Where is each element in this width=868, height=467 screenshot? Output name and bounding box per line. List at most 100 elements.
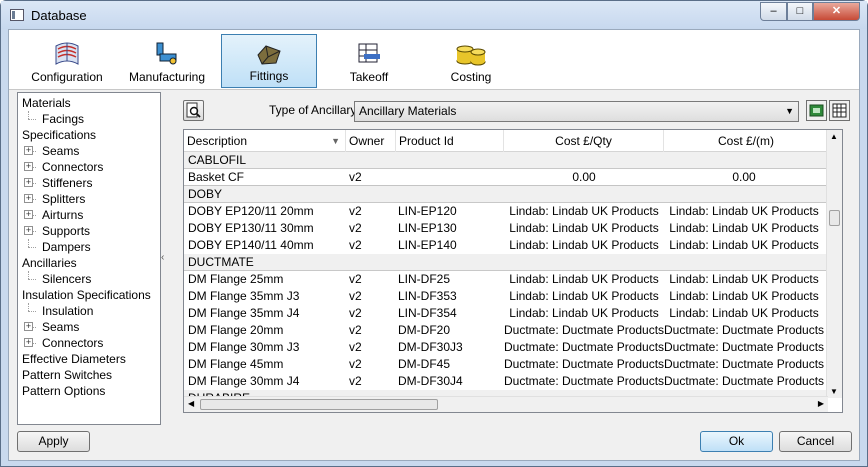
tree-item[interactable]: + Airturns — [24, 207, 83, 223]
toolbar-configuration-button[interactable]: Configuration — [21, 34, 113, 88]
tree-item[interactable]: Insulation Specifications — [22, 287, 151, 303]
table-cell: LIN-EP120 — [398, 204, 457, 218]
table-row[interactable]: DM Flange 30mm J3 v2 DM-DF30J3 Ductmate: Du… — [184, 339, 828, 356]
table-cell: v2 — [349, 221, 362, 235]
ancillaries-grid: Description ▼ Owner Product Id Cost £/Qt… — [183, 129, 843, 413]
minimize-button[interactable]: – — [760, 2, 787, 21]
tree-item-label: Materials — [22, 96, 71, 110]
scroll-left-arrow-icon[interactable]: ◀ — [188, 399, 194, 408]
collapse-panel-arrow-icon[interactable]: ‹ — [161, 252, 164, 263]
maximize-button[interactable]: □ — [787, 2, 813, 21]
tree-item[interactable]: + Seams — [24, 319, 79, 335]
table-row[interactable]: DM Flange 25mm v2 LIN-DF25 Lindab: Lindab U… — [184, 271, 828, 288]
table-row[interactable]: DOBY EP130/11 30mm v2 LIN-EP130 Lindab: Lin… — [184, 220, 828, 237]
column-header-cost-m[interactable]: Cost £/(m) — [664, 130, 828, 152]
column-header-product-id[interactable]: Product Id — [396, 130, 504, 152]
scroll-down-arrow-icon[interactable]: ▼ — [830, 387, 838, 396]
group-label: DOBY — [188, 187, 223, 201]
vertical-scroll-thumb[interactable] — [829, 210, 840, 226]
group-row[interactable]: DOBY — [184, 186, 828, 203]
expand-icon[interactable]: + — [24, 338, 33, 347]
cancel-button[interactable]: Cancel — [779, 431, 852, 452]
table-cell: Ductmate: Ductmate Products — [664, 374, 824, 388]
tree-item[interactable]: + Stiffeners — [24, 175, 92, 191]
expand-icon[interactable]: + — [24, 178, 33, 187]
tree-item[interactable]: Facings — [28, 111, 84, 127]
tree-item[interactable]: + Seams — [24, 143, 79, 159]
column-header-description[interactable]: Description ▼ — [184, 130, 346, 152]
scroll-up-arrow-icon[interactable]: ▲ — [830, 132, 838, 141]
table-row[interactable]: DM Flange 30mm J4 v2 DM-DF30J4 Ductmate: Du… — [184, 373, 828, 390]
table-cell: Lindab: Lindab UK Products — [669, 204, 819, 218]
toolbar-costing-button[interactable]: Costing — [425, 34, 517, 88]
tree-item[interactable]: + Splitters — [24, 191, 85, 207]
excel-export-button[interactable] — [806, 100, 827, 121]
apply-button[interactable]: Apply — [17, 431, 90, 452]
find-button[interactable] — [183, 100, 204, 121]
group-row[interactable]: DUCTMATE — [184, 254, 828, 271]
tree-item[interactable]: Pattern Options — [22, 383, 105, 399]
toolbar-takeoff-button[interactable]: Takeoff — [325, 34, 413, 88]
expand-icon[interactable]: + — [24, 226, 33, 235]
group-row[interactable]: CABLOFIL — [184, 152, 828, 169]
toolbar-label: Manufacturing — [128, 70, 206, 84]
table-row[interactable]: DOBY EP140/11 40mm v2 LIN-EP140 Lindab: Lin… — [184, 237, 828, 254]
table-cell: DM-DF20 — [398, 323, 451, 337]
tree-item[interactable]: Materials — [22, 95, 71, 111]
table-row[interactable]: DM Flange 35mm J4 v2 LIN-DF354 Lindab: Lind… — [184, 305, 828, 322]
takeoff-icon — [358, 43, 380, 63]
sort-descending-icon: ▼ — [331, 136, 340, 146]
tree-connector — [28, 111, 29, 119]
category-toolbar: Configuration Manufacturing Fittings Tak… — [9, 30, 859, 90]
table-cell: Ductmate: Ductmate Products — [664, 357, 824, 371]
tree-item[interactable]: Pattern Switches — [22, 367, 112, 383]
expand-icon[interactable]: + — [24, 322, 33, 331]
tree-item-label: Pattern Options — [22, 384, 106, 398]
table-row[interactable]: DM Flange 20mm v2 DM-DF20 Ductmate: Ductmat… — [184, 322, 828, 339]
tree-item[interactable]: Ancillaries — [22, 255, 77, 271]
group-label: DUCTMATE — [188, 255, 254, 269]
tree-item[interactable]: + Connectors — [24, 335, 103, 351]
toolbar-manufacturing-button[interactable]: Manufacturing — [121, 34, 213, 88]
table-cell: v2 — [349, 340, 362, 354]
expand-icon[interactable]: + — [24, 194, 33, 203]
grid-view-button[interactable] — [829, 100, 850, 121]
table-cell: v2 — [349, 323, 362, 337]
column-header-owner[interactable]: Owner — [346, 130, 396, 152]
tree-item[interactable]: Insulation — [28, 303, 93, 319]
horizontal-scroll-thumb[interactable] — [200, 399, 438, 410]
tree-item[interactable]: Dampers — [28, 239, 91, 255]
tree-item[interactable]: + Supports — [24, 223, 90, 239]
table-row[interactable]: DM Flange 35mm J3 v2 LIN-DF353 Lindab: Lind… — [184, 288, 828, 305]
scroll-right-arrow-icon[interactable]: ▶ — [818, 399, 824, 408]
tree-item[interactable]: Effective Diameters — [22, 351, 126, 367]
table-row[interactable]: Basket CF v2 0.00 0.00 — [184, 169, 828, 186]
table-row[interactable]: DOBY EP120/11 20mm v2 LIN-EP120 Lindab: Lin… — [184, 203, 828, 220]
toolbar-label: Fittings — [249, 69, 289, 83]
tree-item[interactable]: Specifications — [22, 127, 96, 143]
close-button[interactable]: ✕ — [813, 2, 860, 21]
title-bar[interactable]: Database – □ ✕ — [1, 1, 867, 29]
costing-icon — [456, 45, 486, 66]
column-header-cost-qty[interactable]: Cost £/Qty — [504, 130, 664, 152]
table-cell: LIN-EP130 — [398, 221, 457, 235]
table-cell: v2 — [349, 289, 362, 303]
expand-icon[interactable]: + — [24, 162, 33, 171]
table-cell: Lindab: Lindab UK Products — [669, 272, 819, 286]
expand-icon[interactable]: + — [24, 146, 33, 155]
horizontal-scrollbar[interactable]: ◀ ▶ — [184, 396, 828, 412]
table-row[interactable]: DM Flange 45mm v2 DM-DF45 Ductmate: Ductmat… — [184, 356, 828, 373]
ok-button[interactable]: Ok — [700, 431, 773, 452]
vertical-scrollbar[interactable]: ▲ ▼ — [826, 130, 842, 398]
fittings-icon — [257, 45, 281, 65]
tree-item[interactable]: Silencers — [28, 271, 91, 287]
expand-icon[interactable]: + — [24, 210, 33, 219]
tree-item[interactable]: + Connectors — [24, 159, 103, 175]
table-cell: DOBY EP130/11 30mm — [188, 221, 314, 235]
tree-item-label: Ancillaries — [22, 256, 77, 270]
toolbar-label: Configuration — [31, 70, 103, 84]
table-cell: Ductmate: Ductmate Products — [664, 323, 824, 337]
table-cell: v2 — [349, 238, 362, 252]
toolbar-fittings-button[interactable]: Fittings — [221, 34, 317, 88]
ancillary-type-dropdown[interactable]: Ancillary Materials ▼ — [354, 101, 799, 122]
